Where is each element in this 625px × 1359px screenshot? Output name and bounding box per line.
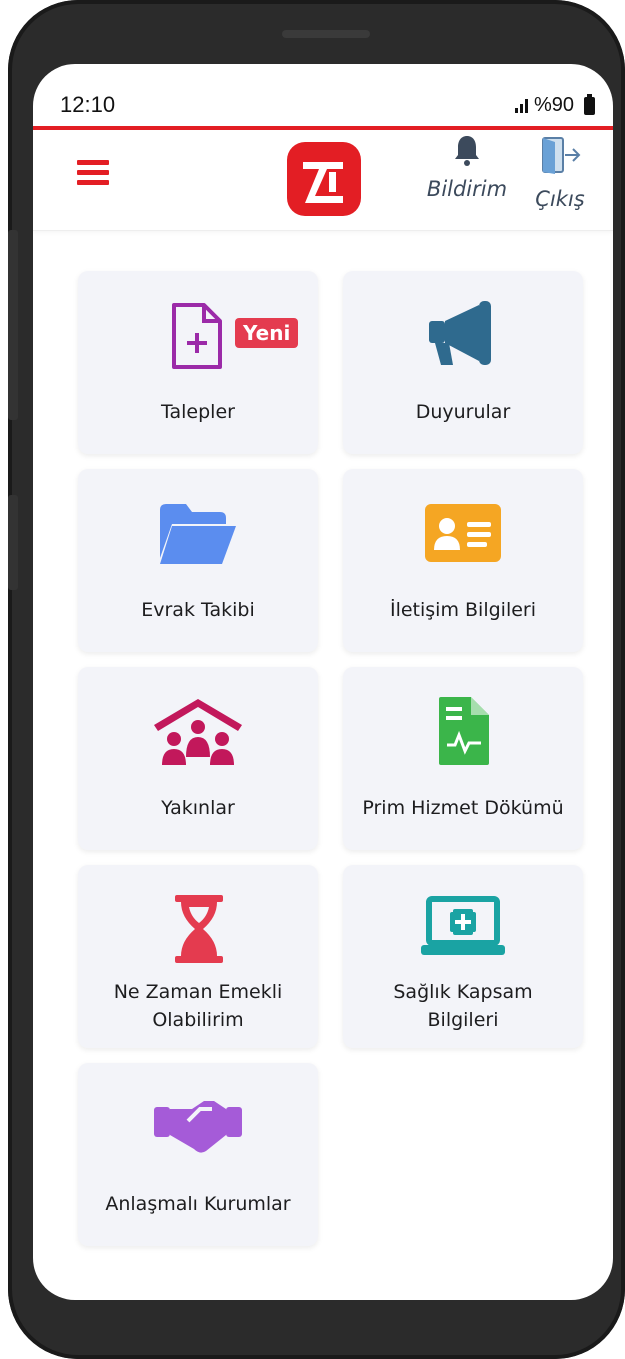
menu-button[interactable]: [77, 160, 109, 186]
tile-label: Yakınlar: [161, 797, 235, 819]
menu-bar: [77, 170, 109, 175]
tile-label: Prim Hizmet Dökümü: [362, 797, 564, 819]
tile-label: Talepler: [161, 401, 235, 423]
status-bar: 12:10 %90: [33, 64, 613, 124]
tile-prim-hizmet-dokumu[interactable]: Prim Hizmet Dökümü: [343, 667, 583, 850]
tile-duyurular[interactable]: Duyurular: [343, 271, 583, 454]
app-logo: [287, 142, 361, 216]
tile-yakinlar[interactable]: Yakınlar: [78, 667, 318, 850]
menu-bar: [77, 180, 109, 185]
tile-label: İletişim Bilgileri: [389, 599, 537, 621]
tile-label: Duyurular: [415, 401, 511, 423]
status-indicators: %90: [514, 93, 595, 117]
signal-icon: [514, 98, 528, 113]
power-button: [8, 495, 18, 590]
hourglass-icon: [175, 895, 223, 963]
tile-talepler[interactable]: Yeni Talepler: [78, 271, 318, 454]
tile-label: Anlaşmalı Kurumlar: [105, 1193, 291, 1215]
tile-saglik-kapsam[interactable]: Sağlık Kapsam Bilgileri: [343, 865, 583, 1048]
tile-anlasmali-kurumlar[interactable]: Anlaşmalı Kurumlar: [78, 1063, 318, 1246]
folder-icon: [160, 504, 236, 564]
menu-bar: [77, 160, 109, 165]
app-screen: 12:10 %90 Bildirim Çıkış Yeni Talepler D…: [33, 64, 613, 1300]
tile-label: Evrak Takibi: [141, 599, 255, 621]
logout-label: Çıkış: [535, 187, 585, 211]
document-chart-icon: [439, 697, 489, 765]
battery-level: %90: [533, 94, 574, 116]
family-home-icon: [154, 699, 242, 765]
tile-evrak-takibi[interactable]: Evrak Takibi: [78, 469, 318, 652]
status-time: 12:10: [60, 92, 116, 117]
tile-iletisim-bilgileri[interactable]: İletişim Bilgileri: [343, 469, 583, 652]
exit-door-icon: [542, 137, 581, 174]
new-document-icon: [172, 303, 222, 369]
logo-mark-icon: [303, 162, 343, 203]
battery-icon: [584, 93, 595, 115]
handshake-icon: [154, 1101, 242, 1153]
tile-label-line2: Olabilirim: [152, 1009, 244, 1031]
health-monitor-icon: [421, 896, 505, 955]
notification-button[interactable]: Bildirim: [417, 134, 517, 201]
app-header: Bildirim Çıkış: [33, 130, 613, 231]
new-badge: Yeni: [235, 318, 299, 348]
tile-ne-zaman-emekli[interactable]: Ne Zaman Emekli Olabilirim: [78, 865, 318, 1048]
tile-label-line1: Sağlık Kapsam: [393, 981, 533, 1003]
tile-label-line2: Bilgileri: [427, 1009, 499, 1031]
bell-icon: [455, 136, 479, 166]
megaphone-icon: [429, 301, 491, 365]
logout-button[interactable]: Çıkış: [525, 134, 595, 211]
notification-label: Bildirim: [426, 177, 508, 201]
phone-frame: 12:10 %90 Bildirim Çıkış Yeni Talepler D…: [8, 0, 625, 1359]
volume-button: [8, 230, 18, 420]
contact-card-icon: [425, 504, 501, 562]
speaker-grille: [282, 30, 370, 38]
tile-label-line1: Ne Zaman Emekli: [113, 981, 283, 1003]
